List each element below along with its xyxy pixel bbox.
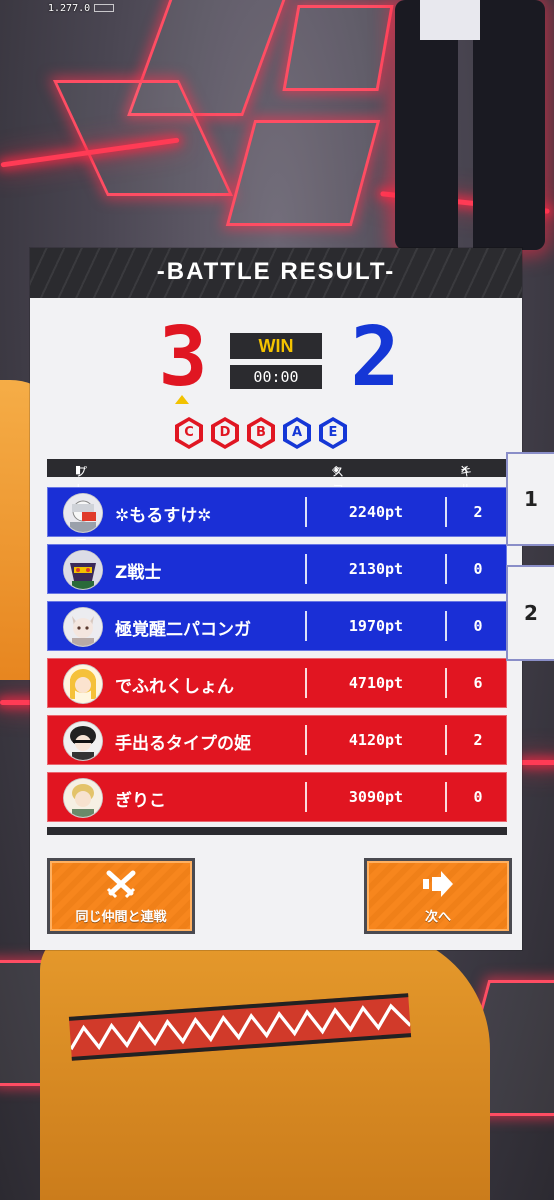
player-name: ぎりこ	[115, 791, 166, 811]
player-score: 4120pt	[348, 731, 404, 749]
divider	[305, 668, 307, 698]
player-score: 2130pt	[348, 560, 404, 578]
zone-c: C	[174, 416, 204, 450]
player-name: でふれくしょん	[115, 677, 234, 697]
divider	[445, 554, 447, 584]
zone-label: A	[291, 425, 303, 440]
blue-team-score: 2	[350, 310, 400, 405]
version-label: 1.277.0	[48, 3, 115, 14]
player-name: 手出るタイプの姫	[115, 734, 251, 754]
zone-d: D	[210, 416, 240, 450]
player-kills: 2	[473, 503, 483, 521]
divider	[305, 725, 307, 755]
divider	[445, 668, 447, 698]
table-header: ▮プレイヤー名 ◈スコア ✕キル	[47, 459, 507, 564]
red-team-score: 3	[158, 310, 208, 405]
player-kills: 0	[473, 560, 483, 578]
player-name: 極覚醒二パコンガ	[115, 620, 251, 640]
avatar	[63, 607, 103, 647]
zone-b: B	[246, 416, 276, 450]
page-title: -BATTLE RESULT-	[156, 258, 396, 285]
player-score: 2240pt	[348, 503, 404, 521]
zone-label: E	[328, 425, 338, 440]
avatar	[63, 778, 103, 818]
player-score: 1970pt	[348, 617, 404, 635]
result-badge: WIN	[230, 333, 322, 359]
zone-label: D	[219, 425, 231, 440]
avatar	[63, 664, 103, 704]
party-tab-2[interactable]: 2	[506, 565, 554, 661]
avatar	[63, 721, 103, 761]
table-row[interactable]: 手出るタイプの姫 4120pt 2	[47, 715, 507, 765]
player-score: 4710pt	[348, 674, 404, 692]
zone-label: B	[256, 425, 266, 440]
table-footer	[47, 827, 507, 835]
party-tab-1[interactable]: 1	[506, 452, 554, 546]
avatar	[63, 493, 103, 533]
player-kills: 6	[473, 674, 483, 692]
arrow-right-icon	[423, 871, 453, 897]
player-kills: 0	[473, 788, 483, 806]
player-score: 3090pt	[348, 788, 404, 806]
panel-header: -BATTLE RESULT-	[30, 248, 522, 298]
crossed-swords-icon	[106, 870, 136, 899]
table-row[interactable]: 極覚醒二パコンガ 1970pt 0	[47, 601, 507, 651]
table-row[interactable]: ✲もるすけ✲ 2240pt 2	[47, 487, 507, 537]
timer: 00:00	[230, 365, 322, 389]
neon-tile	[282, 5, 394, 91]
player-name: ✲もるすけ✲	[115, 506, 212, 526]
version-text: 1.277.0	[48, 3, 91, 14]
player-name: Z戦士	[115, 563, 162, 583]
divider	[445, 611, 447, 641]
character-shirt	[420, 0, 480, 40]
divider	[305, 611, 307, 641]
divider	[445, 725, 447, 755]
rematch-button[interactable]: 同じ仲間と連戦	[47, 858, 195, 934]
next-button[interactable]: 次へ	[364, 858, 512, 934]
character-skirt	[40, 930, 490, 1200]
zone-e: E	[318, 416, 348, 450]
divider	[305, 782, 307, 812]
divider	[445, 782, 447, 812]
signal-icon	[94, 4, 115, 12]
zone-a: A	[282, 416, 312, 450]
team-marker-icon	[175, 395, 189, 404]
player-kills: 2	[473, 731, 483, 749]
zone-label: C	[184, 425, 194, 440]
neon-line	[520, 760, 554, 765]
table-row[interactable]: Z戦士 2130pt 0	[47, 544, 507, 594]
table-row[interactable]: ぎりこ 3090pt 0	[47, 772, 507, 822]
table-row[interactable]: でふれくしょん 4710pt 6	[47, 658, 507, 708]
battle-result-panel: -BATTLE RESULT- 3 WIN 00:00 2 C D B A E …	[30, 248, 522, 950]
rematch-button-label: 同じ仲間と連戦	[75, 910, 167, 925]
divider	[445, 497, 447, 527]
zone-indicators: C D B A E	[174, 416, 384, 450]
player-kills: 0	[473, 617, 483, 635]
divider	[305, 497, 307, 527]
next-button-label: 次へ	[424, 910, 451, 925]
divider	[305, 554, 307, 584]
avatar	[63, 550, 103, 590]
